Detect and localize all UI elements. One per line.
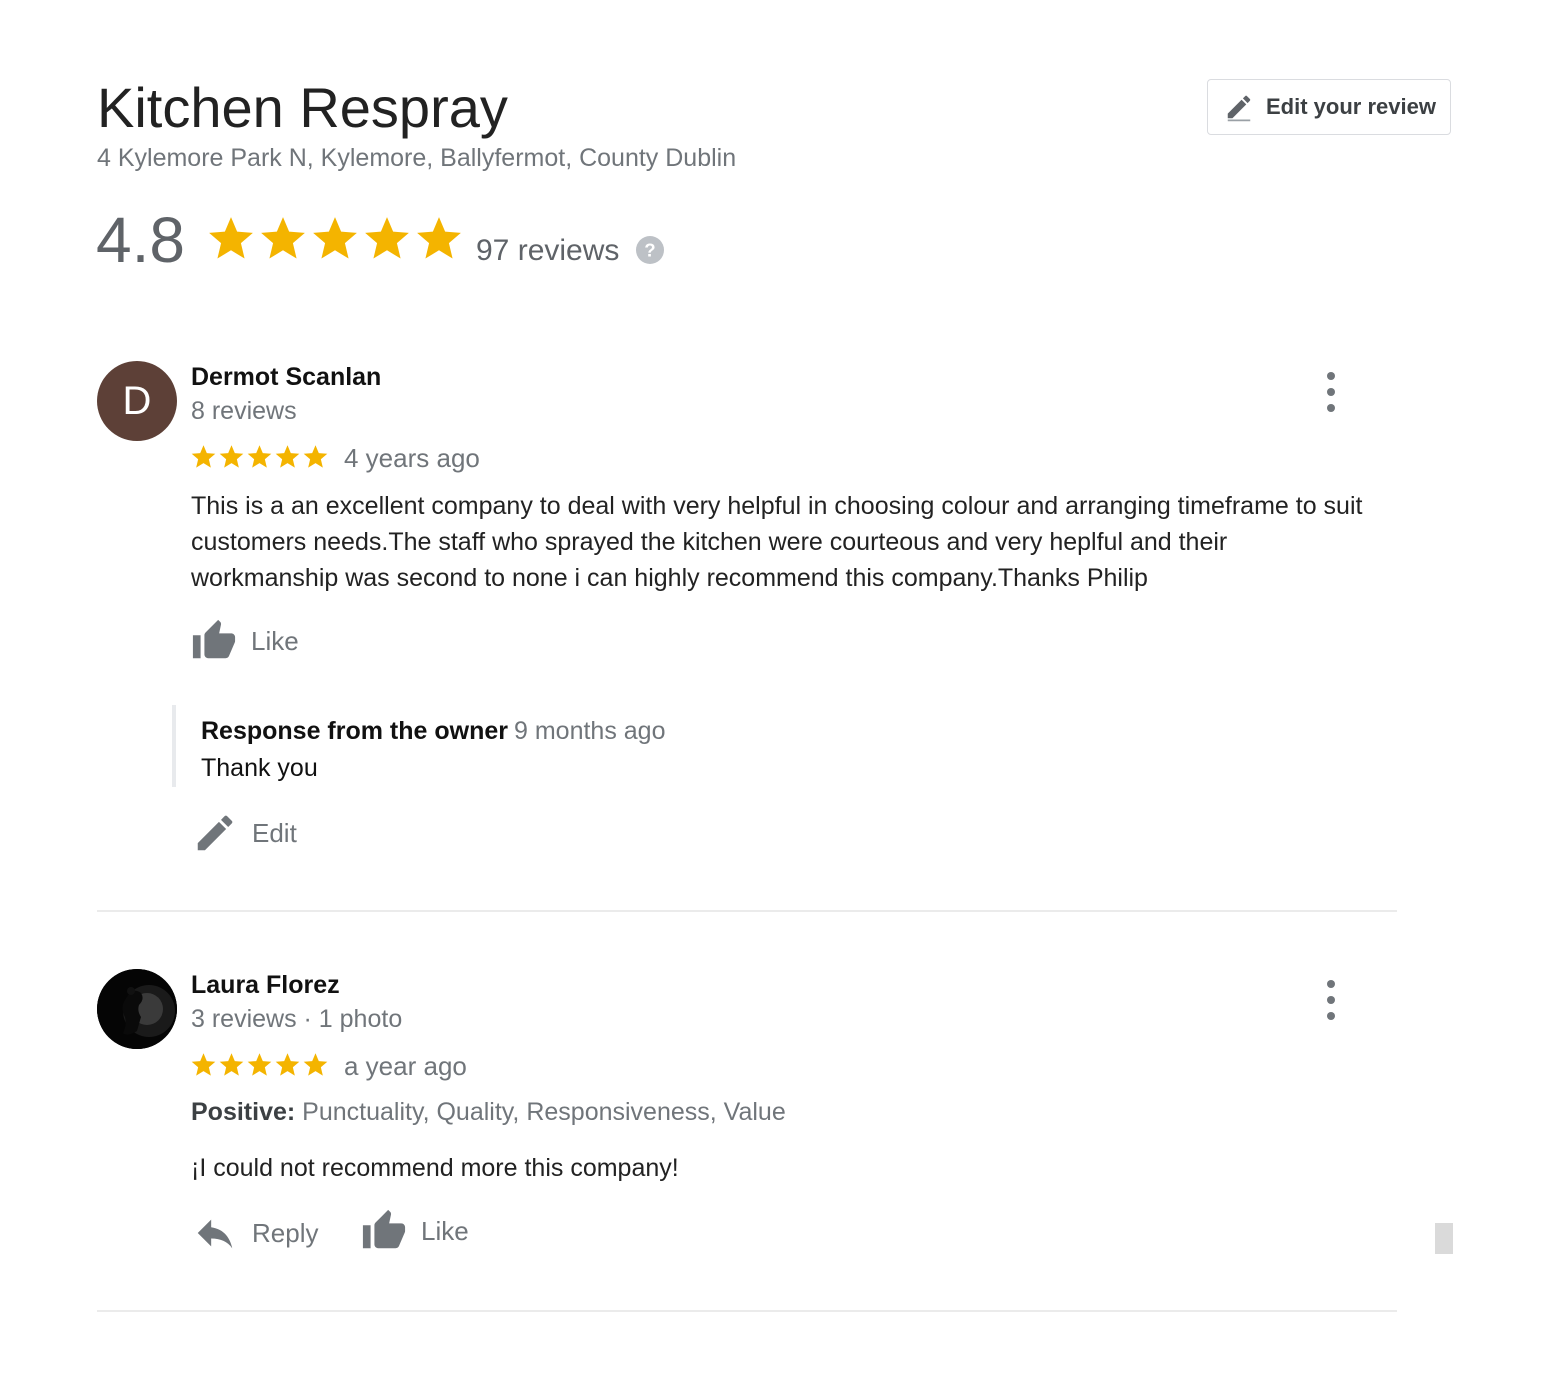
review-menu-icon[interactable] bbox=[1321, 980, 1341, 1020]
star-icon bbox=[275, 1053, 300, 1076]
review-divider bbox=[97, 910, 1397, 912]
reviewer-name[interactable]: Dermot Scanlan bbox=[191, 362, 381, 392]
star-icon bbox=[247, 1053, 272, 1076]
like-label: Like bbox=[421, 1215, 469, 1246]
reply-label: Reply bbox=[252, 1217, 319, 1248]
review-attributes: Positive: Punctuality, Quality, Responsi… bbox=[191, 1096, 786, 1128]
star-icon bbox=[275, 445, 300, 468]
review-time: a year ago bbox=[344, 1051, 467, 1081]
owner-response: Response from the owner 9 months ago Tha… bbox=[172, 705, 1101, 787]
business-title: Kitchen Respray bbox=[97, 76, 508, 139]
reviewer-meta: 3 reviews · 1 photo bbox=[191, 1005, 403, 1033]
star-icon bbox=[303, 445, 328, 468]
avatar[interactable]: D bbox=[97, 361, 177, 441]
star-icon bbox=[191, 1053, 216, 1076]
svg-text:?: ? bbox=[644, 239, 655, 260]
star-icon bbox=[247, 445, 272, 468]
positive-label: Positive: bbox=[191, 1098, 296, 1126]
star-icon bbox=[209, 217, 253, 259]
owner-response-label: Response from the owner bbox=[201, 717, 508, 745]
reply-button[interactable]: Reply bbox=[192, 1210, 318, 1256]
review-time: 4 years ago bbox=[344, 443, 480, 473]
edit-your-review-label: Edit your review bbox=[1266, 94, 1436, 119]
business-address: 4 Kylemore Park N, Kylemore, Ballyfermot… bbox=[97, 144, 737, 172]
scrollbar-thumb[interactable] bbox=[1435, 1223, 1453, 1254]
reviewer-meta: 8 reviews bbox=[191, 397, 297, 425]
edit-label: Edit bbox=[252, 817, 297, 848]
like-label: Like bbox=[251, 625, 299, 656]
like-button[interactable]: Like bbox=[191, 618, 299, 664]
reply-icon bbox=[197, 1219, 233, 1249]
star-icon bbox=[191, 445, 216, 468]
review-stars bbox=[190, 1051, 329, 1078]
pencil-icon bbox=[1227, 95, 1251, 122]
star-icon bbox=[303, 1053, 328, 1076]
star-icon bbox=[417, 217, 461, 259]
review-text: ¡I could not recommend more this company… bbox=[191, 1154, 679, 1182]
help-icon[interactable]: ? bbox=[636, 236, 664, 264]
star-icon bbox=[219, 1053, 244, 1076]
avatar[interactable] bbox=[97, 969, 177, 1049]
like-button[interactable]: Like bbox=[361, 1208, 469, 1254]
star-icon bbox=[261, 217, 305, 259]
owner-response-text: Thank you bbox=[201, 754, 318, 782]
pencil-icon bbox=[197, 815, 233, 851]
reviewer-name[interactable]: Laura Florez bbox=[191, 970, 340, 1000]
review-text: This is a an excellent company to deal w… bbox=[191, 492, 1363, 592]
star-icon bbox=[365, 217, 409, 259]
review-stars bbox=[190, 443, 329, 470]
edit-your-review-button[interactable]: Edit your review bbox=[1207, 79, 1451, 135]
profile-photo bbox=[97, 969, 177, 1049]
star-icon bbox=[313, 217, 357, 259]
rating-stars bbox=[206, 213, 464, 263]
review-menu-icon[interactable] bbox=[1321, 372, 1341, 412]
star-icon bbox=[219, 445, 244, 468]
review-count-link[interactable]: 97 reviews bbox=[476, 232, 619, 270]
positive-values: Punctuality, Quality, Responsiveness, Va… bbox=[302, 1098, 786, 1126]
thumbs-up-icon bbox=[362, 1209, 406, 1249]
edit-response-button[interactable]: Edit bbox=[192, 810, 297, 856]
thumbs-up-icon bbox=[192, 619, 236, 659]
owner-response-time: 9 months ago bbox=[514, 717, 666, 745]
review-divider bbox=[97, 1310, 1397, 1312]
rating-value: 4.8 bbox=[96, 204, 185, 276]
